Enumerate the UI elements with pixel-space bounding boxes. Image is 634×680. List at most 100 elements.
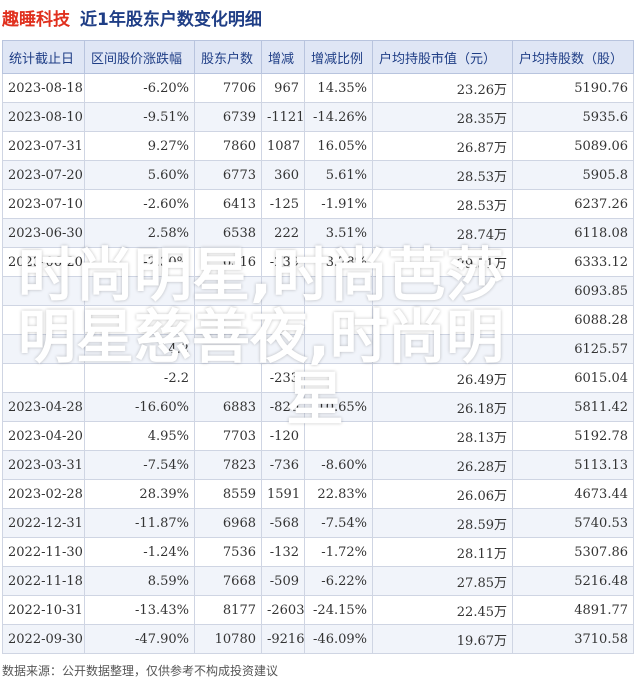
cell-avg-value: 27.85万 <box>372 566 513 596</box>
cell-price-change: 9.27% <box>84 131 195 161</box>
column-header-price-change[interactable]: 区间股价涨跌幅 <box>84 40 195 74</box>
cell-change: 1591 <box>261 479 305 509</box>
table-row: 2022-12-31 -11.87% 6968 -568 -7.54% 28.59万 574… <box>2 508 634 538</box>
cell-date: 2022-11-18 <box>2 566 85 596</box>
overlay-line-1: 时尚明星,时尚芭莎 <box>18 241 505 309</box>
cell-avg-shares: 6237.26 <box>512 189 634 219</box>
cell-price-change: -1.24% <box>84 537 195 567</box>
cell-date: 2023-03-31 <box>2 450 85 480</box>
cell-holders: 6739 <box>194 102 262 132</box>
cell-holders: 7668 <box>194 566 262 596</box>
cell-price-change: 8.59% <box>84 566 195 596</box>
table-row: 2022-10-31 -13.43% 8177 -2603 -24.15% 22.45万 4… <box>2 595 634 625</box>
cell-price-change: -9.51% <box>84 102 195 132</box>
cell-date: 2023-07-31 <box>2 131 85 161</box>
column-header-avg-value[interactable]: 户均持股市值（元） <box>372 40 513 74</box>
cell-date: 2022-09-30 <box>2 624 85 654</box>
cell-holders: 8559 <box>194 479 262 509</box>
cell-avg-value: 26.87万 <box>372 131 513 161</box>
cell-avg-shares: 3710.58 <box>512 624 634 654</box>
cell-date: 2022-10-31 <box>2 595 85 625</box>
cell-change-ratio: 5.61% <box>304 160 373 190</box>
cell-price-change: -6.20% <box>84 73 195 103</box>
cell-avg-value: 28.35万 <box>372 102 513 132</box>
column-header-holders[interactable]: 股东户数 <box>194 40 262 74</box>
cell-change-ratio: -7.54% <box>304 508 373 538</box>
cell-change: 967 <box>261 73 305 103</box>
cell-holders: 10780 <box>194 624 262 654</box>
table-header-row: 统计截止日 区间股价涨跌幅 股东户数 增减 增减比例 户均持股市值（元） 户均持… <box>2 40 634 74</box>
table-row: 2023-03-31 -7.54% 7823 -736 -8.60% 26.28万 5113… <box>2 450 634 480</box>
table-row: 2023-02-28 28.39% 8559 1591 22.83% 26.06万 4673… <box>2 479 634 509</box>
cell-avg-shares: 5740.53 <box>512 508 634 538</box>
cell-change: 360 <box>261 160 305 190</box>
cell-date: 2023-07-10 <box>2 189 85 219</box>
table-row: 2022-11-18 8.59% 7668 -509 -6.22% 27.85万 5216.… <box>2 566 634 596</box>
table-row: 2023-07-20 5.60% 6773 360 5.61% 28.53万 5905.8 <box>2 160 634 190</box>
cell-avg-value: 28.53万 <box>372 160 513 190</box>
cell-avg-shares: 5216.48 <box>512 566 634 596</box>
cell-avg-value: 26.28万 <box>372 450 513 480</box>
cell-date: 2023-08-18 <box>2 73 85 103</box>
cell-change-ratio: -8.60% <box>304 450 373 480</box>
cell-avg-shares: 5113.13 <box>512 450 634 480</box>
cell-date: 2023-07-20 <box>2 160 85 190</box>
cell-avg-value: 28.11万 <box>372 537 513 567</box>
cell-avg-shares: 5190.76 <box>512 73 634 103</box>
cell-change: -736 <box>261 450 305 480</box>
cell-avg-value: 19.67万 <box>372 624 513 654</box>
cell-change-ratio: -1.72% <box>304 537 373 567</box>
cell-change: -132 <box>261 537 305 567</box>
cell-change: 1087 <box>261 131 305 161</box>
cell-avg-shares: 5905.8 <box>512 160 634 190</box>
cell-avg-value: 28.59万 <box>372 508 513 538</box>
table-row: 2022-11-30 -1.24% 7536 -132 -1.72% 28.11万 5307… <box>2 537 634 567</box>
cell-holders: 7823 <box>194 450 262 480</box>
cell-avg-shares: 4673.44 <box>512 479 634 509</box>
cell-change: -568 <box>261 508 305 538</box>
overlay-line-3: 星 <box>286 365 345 433</box>
table-row: 2023-07-31 9.27% 7860 1087 16.05% 26.87万 5089.… <box>2 131 634 161</box>
table-row: 2023-08-10 -9.51% 6739 -1121 -14.26% 28.35万 59… <box>2 102 634 132</box>
cell-avg-shares: 4891.77 <box>512 595 634 625</box>
cell-change: -509 <box>261 566 305 596</box>
table-row: 2023-07-10 -2.60% 6413 -125 -1.91% 28.53万 6237… <box>2 189 634 219</box>
cell-price-change: 28.39% <box>84 479 195 509</box>
cell-change-ratio: -6.22% <box>304 566 373 596</box>
column-header-avg-shares[interactable]: 户均持股数（股） <box>512 40 634 74</box>
cell-price-change: -11.87% <box>84 508 195 538</box>
table-row: 2022-09-30 -47.90% 10780 -9216 -46.09% 19.67万… <box>2 624 634 654</box>
cell-change-ratio: 16.05% <box>304 131 373 161</box>
cell-avg-value: 22.45万 <box>372 595 513 625</box>
cell-holders: 8177 <box>194 595 262 625</box>
cell-holders: 7536 <box>194 537 262 567</box>
column-header-change-ratio[interactable]: 增减比例 <box>304 40 373 74</box>
cell-change-ratio: -14.26% <box>304 102 373 132</box>
title-bar: 趣睡科技 近1年股东户数变化明细 <box>0 0 634 34</box>
column-header-date[interactable]: 统计截止日 <box>2 40 85 74</box>
cell-price-change: -7.54% <box>84 450 195 480</box>
cell-change-ratio: -24.15% <box>304 595 373 625</box>
cell-change-ratio: 14.35% <box>304 73 373 103</box>
table-title: 近1年股东户数变化明细 <box>80 9 262 30</box>
column-header-change[interactable]: 增减 <box>261 40 305 74</box>
cell-avg-shares: 5089.06 <box>512 131 634 161</box>
overlay-line-2: 明星慈善夜,时尚明 <box>18 303 505 371</box>
cell-change: -2603 <box>261 595 305 625</box>
cell-change: -125 <box>261 189 305 219</box>
stock-name: 趣睡科技 <box>2 9 70 30</box>
cell-avg-shares: 5307.86 <box>512 537 634 567</box>
cell-date: 2022-12-31 <box>2 508 85 538</box>
cell-change: -9216 <box>261 624 305 654</box>
cell-holders: 6413 <box>194 189 262 219</box>
cell-avg-value: 28.53万 <box>372 189 513 219</box>
cell-holders: 7860 <box>194 131 262 161</box>
cell-price-change: -2.60% <box>84 189 195 219</box>
cell-avg-shares: 5935.6 <box>512 102 634 132</box>
data-source-note: 数据来源：公开数据整理，仅供参考不构成投资建议 <box>2 664 279 678</box>
cell-change: -1121 <box>261 102 305 132</box>
cell-date: 2023-02-28 <box>2 479 85 509</box>
cell-holders: 7706 <box>194 73 262 103</box>
overlay-caption: 时尚明星,时尚芭莎 明星慈善夜,时尚明 星 <box>18 244 618 430</box>
cell-price-change: 5.60% <box>84 160 195 190</box>
